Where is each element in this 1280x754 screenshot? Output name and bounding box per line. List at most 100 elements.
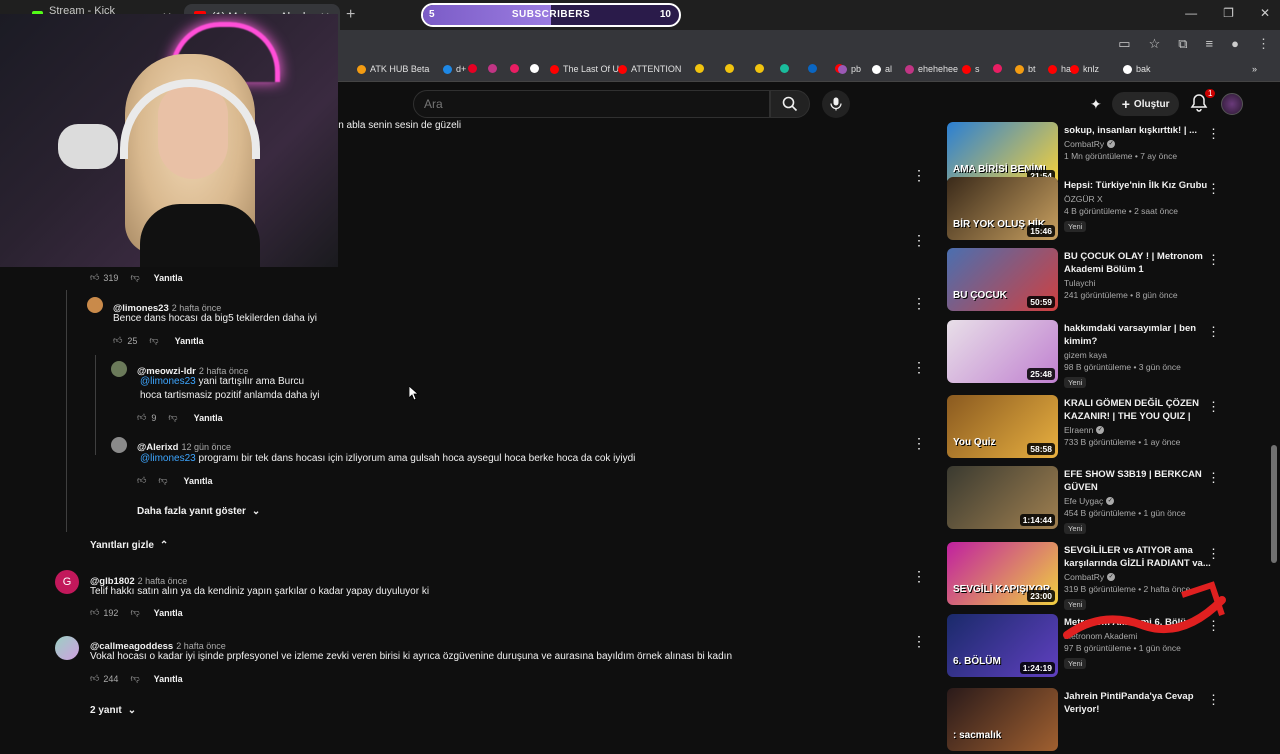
dislike-icon[interactable]: 👎︎ bbox=[168, 412, 177, 423]
video-channel[interactable]: Elraenn ✓ bbox=[1064, 425, 1214, 435]
media-icon[interactable]: ≡ bbox=[1206, 36, 1214, 52]
bookmark-item[interactable]: al bbox=[872, 64, 892, 74]
comment-author[interactable]: @Alerixd bbox=[137, 442, 178, 453]
bookmark-item[interactable]: pb bbox=[838, 64, 861, 74]
bookmark-item[interactable]: The Last Of Us bbox=[550, 64, 624, 74]
comment-menu-icon[interactable]: ⋮ bbox=[912, 296, 926, 310]
show-more-replies-button[interactable]: Daha fazla yanıt göster ⌄ bbox=[137, 506, 260, 517]
video-thumbnail[interactable]: BİR YOK OLUŞ HİK 15:46 bbox=[947, 177, 1058, 240]
video-menu-icon[interactable]: ⋮ bbox=[1207, 470, 1220, 486]
bookmark-item[interactable]: ATK HUB Beta bbox=[357, 64, 429, 74]
voice-search-button[interactable] bbox=[822, 90, 850, 118]
comment-time[interactable]: 12 gün önce bbox=[181, 442, 231, 452]
minimize-icon[interactable]: — bbox=[1185, 6, 1197, 20]
channel-name[interactable]: ÖZGÜR X bbox=[1064, 194, 1103, 204]
bookmark-item[interactable]: ehehehee bbox=[905, 64, 958, 74]
view-replies-button[interactable]: 2 yanıt ⌄ bbox=[90, 705, 136, 716]
bookmark-item[interactable]: ATTENTION bbox=[618, 64, 681, 74]
reply-button[interactable]: Yanıtla bbox=[154, 608, 183, 618]
bookmark-item[interactable] bbox=[488, 64, 501, 73]
comment-menu-icon[interactable]: ⋮ bbox=[912, 168, 926, 182]
channel-name[interactable]: Tulaychi bbox=[1064, 278, 1095, 288]
video-thumbnail[interactable]: 25:48 bbox=[947, 320, 1058, 383]
bookmark-item[interactable] bbox=[993, 64, 1006, 73]
bookmark-item[interactable]: d+ bbox=[443, 64, 466, 74]
channel-name[interactable]: gizem kaya bbox=[1064, 350, 1107, 360]
bookmark-item[interactable] bbox=[530, 64, 543, 73]
reply-button[interactable]: Yanıtla bbox=[175, 336, 204, 346]
related-video-item[interactable]: BU ÇOCUK 50:59 BU ÇOCUK OLAY ! | Metronom … bbox=[947, 248, 1267, 314]
like-icon[interactable]: 👍︎ bbox=[137, 412, 146, 423]
video-title[interactable]: SEVGİLİLER vs ATIYOR ama karşılarında Gİ… bbox=[1064, 544, 1214, 570]
bookmark-star-icon[interactable]: ☆ bbox=[1149, 36, 1161, 52]
bookmark-item[interactable]: s bbox=[962, 64, 980, 74]
bookmark-item[interactable]: knlz bbox=[1070, 64, 1099, 74]
account-avatar[interactable] bbox=[1221, 93, 1244, 115]
bookmark-item[interactable] bbox=[695, 64, 708, 73]
bookmark-item[interactable] bbox=[780, 64, 793, 73]
video-title[interactable]: sokup, insanları kışkırttık! | ... bbox=[1064, 124, 1214, 137]
bookmark-item[interactable]: ha bbox=[1048, 64, 1071, 74]
avatar[interactable] bbox=[111, 437, 127, 453]
related-video-item[interactable]: 1:14:44 EFE SHOW S3B19 | BERKCAN GÜVEN Efe… bbox=[947, 466, 1267, 534]
video-title[interactable]: KRALI GÖMEN DEĞİL ÇÖZEN KAZANIR! | THE Y… bbox=[1064, 397, 1214, 423]
avatar[interactable] bbox=[87, 297, 103, 313]
avatar[interactable] bbox=[111, 361, 127, 377]
notifications-button[interactable]: 1 bbox=[1189, 89, 1216, 115]
video-menu-icon[interactable]: ⋮ bbox=[1207, 324, 1220, 340]
related-video-item[interactable]: 25:48 hakkımdaki varsayımlar | ben kimim?… bbox=[947, 320, 1267, 388]
video-channel[interactable]: Tulaychi bbox=[1064, 278, 1214, 288]
profile-icon[interactable]: ● bbox=[1231, 36, 1239, 52]
like-icon[interactable]: 👍︎ bbox=[113, 335, 122, 346]
reply-button[interactable]: Yanıtla bbox=[154, 674, 183, 684]
menu-icon[interactable]: ⋮ bbox=[1257, 36, 1270, 52]
comment-time[interactable]: 2 hafta önce bbox=[172, 303, 222, 313]
bookmark-item[interactable] bbox=[808, 64, 821, 73]
video-title[interactable]: Hepsi: Türkiye'nin İlk Kız Grubu bbox=[1064, 179, 1214, 192]
video-menu-icon[interactable]: ⋮ bbox=[1207, 252, 1220, 268]
video-title[interactable]: BU ÇOCUK OLAY ! | Metronom Akademi Bölüm… bbox=[1064, 250, 1214, 276]
search-button[interactable] bbox=[770, 90, 810, 118]
channel-name[interactable]: Elraenn bbox=[1064, 425, 1093, 435]
search-input[interactable] bbox=[414, 91, 769, 117]
bookmark-item[interactable] bbox=[725, 64, 738, 73]
video-channel[interactable]: gizem kaya bbox=[1064, 350, 1214, 360]
video-channel[interactable]: ÖZGÜR X bbox=[1064, 194, 1214, 204]
video-thumbnail[interactable]: You Quiz 58:58 bbox=[947, 395, 1058, 458]
mention-link[interactable]: @limones23 bbox=[140, 376, 196, 387]
search-box[interactable] bbox=[413, 90, 770, 118]
video-menu-icon[interactable]: ⋮ bbox=[1207, 546, 1220, 562]
close-window-icon[interactable]: ✕ bbox=[1260, 6, 1270, 20]
reply-button[interactable]: Yanıtla bbox=[194, 413, 223, 423]
extensions-icon[interactable]: ⧉ bbox=[1178, 36, 1187, 52]
studio-icon[interactable]: ✦ bbox=[1090, 96, 1102, 113]
reply-button[interactable]: Yanıtla bbox=[184, 476, 213, 486]
video-title[interactable]: hakkımdaki varsayımlar | ben kimim? bbox=[1064, 322, 1214, 348]
bookmark-item[interactable] bbox=[468, 64, 481, 73]
comment-time[interactable]: 2 hafta önce bbox=[176, 641, 226, 651]
more-bookmarks-icon[interactable]: » bbox=[1252, 64, 1257, 74]
dislike-icon[interactable]: 👎︎ bbox=[149, 335, 158, 346]
create-button[interactable]: + Oluştur bbox=[1111, 92, 1180, 116]
bookmark-item[interactable]: bt bbox=[1015, 64, 1036, 74]
comment-menu-icon[interactable]: ⋮ bbox=[912, 233, 926, 247]
hide-replies-button[interactable]: Yanıtları gizle ⌃ bbox=[90, 540, 168, 551]
video-menu-icon[interactable]: ⋮ bbox=[1207, 181, 1220, 197]
video-channel[interactable]: Efe Uygaç ✓ bbox=[1064, 496, 1214, 506]
dislike-icon[interactable]: 👎︎ bbox=[130, 272, 139, 283]
video-title[interactable]: EFE SHOW S3B19 | BERKCAN GÜVEN bbox=[1064, 468, 1214, 494]
like-icon[interactable]: 👍︎ bbox=[137, 475, 146, 486]
bookmark-item[interactable]: bak bbox=[1123, 64, 1151, 74]
like-icon[interactable]: 👍︎ bbox=[90, 673, 99, 684]
dislike-icon[interactable]: 👎︎ bbox=[158, 475, 167, 486]
video-thumbnail[interactable]: BU ÇOCUK 50:59 bbox=[947, 248, 1058, 311]
comment-menu-icon[interactable]: ⋮ bbox=[912, 436, 926, 450]
channel-name[interactable]: Efe Uygaç bbox=[1064, 496, 1103, 506]
mention-link[interactable]: @limones23 bbox=[140, 453, 196, 464]
video-thumbnail[interactable]: 1:14:44 bbox=[947, 466, 1058, 529]
related-video-item[interactable]: : sacmalık Jahrein PintiPanda'ya Cevap Ve… bbox=[947, 688, 1267, 754]
scrollbar[interactable] bbox=[1271, 445, 1277, 563]
cast-icon[interactable]: ▭ bbox=[1118, 36, 1130, 52]
video-menu-icon[interactable]: ⋮ bbox=[1207, 399, 1220, 415]
reply-button[interactable]: Yanıtla bbox=[154, 273, 183, 283]
